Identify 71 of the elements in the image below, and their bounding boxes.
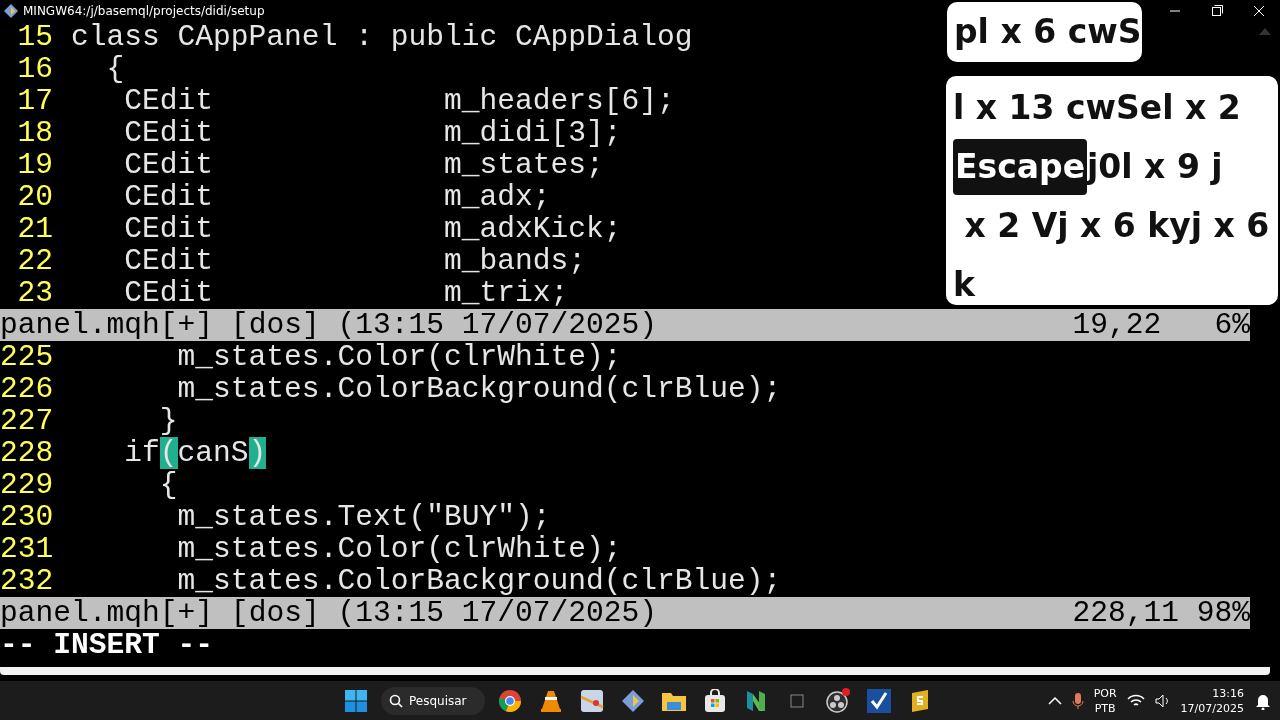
speaker-icon[interactable]: [1154, 693, 1171, 708]
line-number: 228: [0, 437, 55, 469]
map-icon: [580, 688, 604, 713]
shopping-bag-icon: [703, 688, 727, 713]
line-number: 20: [16, 181, 54, 213]
close-icon: [1254, 5, 1264, 16]
recorder-icon: [825, 687, 851, 714]
line-number: 21: [16, 213, 54, 245]
diamond-icon: [621, 688, 645, 713]
minimize-icon: [1170, 9, 1180, 12]
line-number: 19: [16, 149, 54, 181]
line-number: 226: [0, 373, 55, 405]
letter-shape-icon: [745, 688, 767, 713]
line-number: 22: [16, 245, 54, 277]
code-line: CEdit m_bands;: [123, 245, 586, 277]
code-line: CEdit m_headers[6];: [123, 85, 675, 117]
browser-icon: [498, 688, 522, 713]
code-line: CEdit m_adxKick;: [123, 213, 622, 245]
code-line: CEdit m_trix;: [123, 277, 569, 309]
keystroke-text: k: [953, 264, 975, 305]
code-line: }: [158, 405, 178, 437]
keystroke-text: pl x 6 cwS: [954, 11, 1142, 53]
checkmark-icon: [867, 688, 891, 713]
line-number: 231: [0, 533, 55, 565]
keystroke-text: l x 13 cwSel x 2: [953, 87, 1241, 129]
small-window-icon: [790, 693, 804, 708]
cursor-position: 19,22 6%: [1072, 309, 1250, 341]
code-text: if: [123, 437, 160, 469]
file-status: panel.mqh[+] [dos] (13:15 17/07/2025): [0, 597, 658, 629]
search-icon: [389, 693, 403, 708]
file-status: panel.mqh[+] [dos] (13:15 17/07/2025): [0, 309, 658, 341]
language-indicator[interactable]: POR PTB: [1093, 685, 1117, 716]
line-number: 229: [0, 469, 55, 501]
code-line: m_states.Color(clrWhite);: [176, 533, 622, 565]
code-line: m_states.Text("BUY");: [176, 501, 551, 533]
keystroke-text: x 2 Vj x 6 kyj x 6: [963, 205, 1270, 247]
line-number: 232: [0, 565, 55, 597]
window-title: MINGW64:/j/basemql/projects/didi/setup: [23, 3, 265, 18]
code-line: {: [158, 469, 178, 501]
traffic-cone-icon: [540, 688, 562, 713]
mode-indicator: -- INSERT --: [0, 629, 215, 661]
search-button[interactable]: Pesquisar: [381, 686, 485, 715]
code-line: CEdit m_didi[3];: [123, 117, 622, 149]
restore-icon: [1211, 5, 1223, 16]
code-line: {: [105, 53, 125, 85]
line-number: 17: [16, 85, 54, 117]
code-line: m_states.ColorBackground(clrBlue);: [176, 373, 782, 405]
line-number: 18: [16, 117, 54, 149]
keystroke-text: j0l x 9 j: [1087, 146, 1223, 188]
terminal-app-icon: [4, 3, 18, 18]
code-line: m_states.Color(clrWhite);: [176, 341, 622, 373]
bracket-highlight: ): [248, 437, 267, 469]
code-line: m_states.ColorBackground(clrBlue);: [176, 565, 782, 597]
line-number: 227: [0, 405, 55, 437]
bracket-highlight: (: [159, 437, 178, 469]
line-number: 230: [0, 501, 55, 533]
line-number: 15: [16, 21, 54, 53]
code-line: CEdit m_states;: [123, 149, 604, 181]
key-label: Escape: [953, 138, 1088, 195]
number-tile-icon: [909, 688, 931, 713]
chevron-up-icon[interactable]: [1047, 696, 1062, 705]
microphone-icon[interactable]: [1071, 691, 1084, 710]
line-number: 23: [16, 277, 54, 309]
code-text: canS: [177, 437, 249, 469]
code-line: class CAppPanel : public CAppDialog: [71, 21, 693, 53]
code-line: CEdit m_adx;: [123, 181, 551, 213]
line-number: 225: [0, 341, 55, 373]
clock[interactable]: 13:16 17/07/2025: [1180, 685, 1244, 716]
line-number: 16: [16, 53, 54, 85]
wifi-icon[interactable]: [1126, 693, 1145, 708]
cursor-position: 228,11 98%: [1072, 597, 1250, 629]
